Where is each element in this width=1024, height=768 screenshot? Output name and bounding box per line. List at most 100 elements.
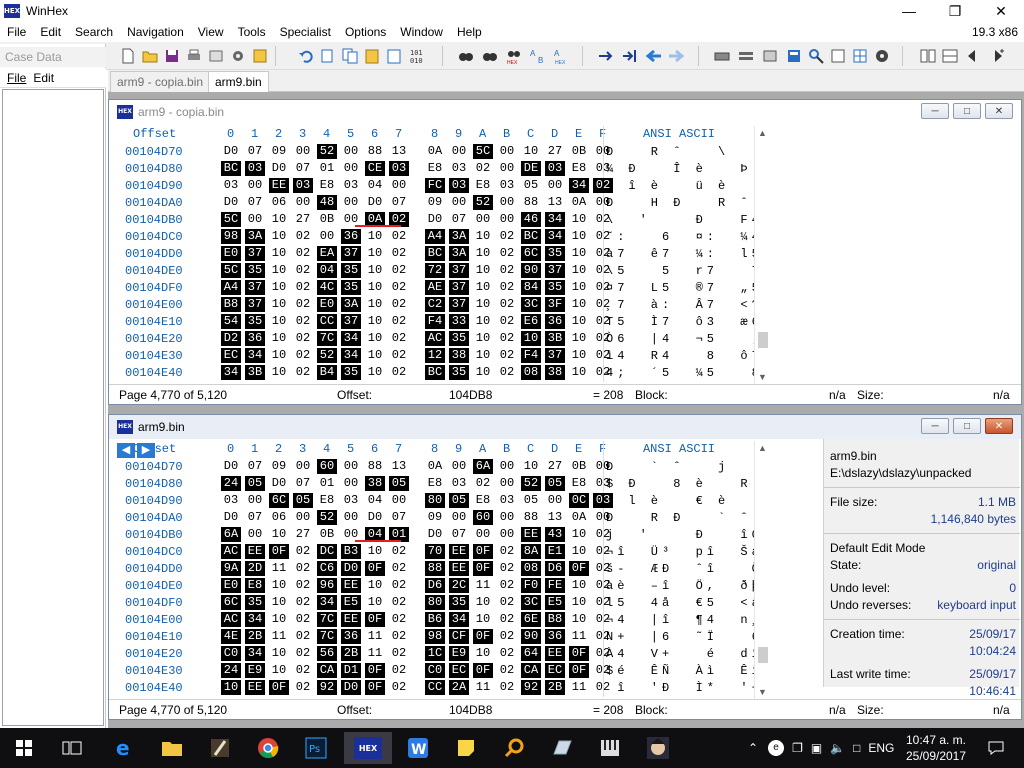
- hex-byte[interactable]: 10: [569, 612, 589, 627]
- hex-byte[interactable]: 02: [293, 663, 313, 678]
- binary-icon[interactable]: 101 010: [408, 46, 428, 66]
- hex-byte[interactable]: EE: [245, 680, 265, 695]
- hex-byte[interactable]: 10: [269, 229, 289, 244]
- ascii-text[interactable]: l è € è: [606, 494, 729, 508]
- hex-byte[interactable]: 10: [569, 365, 589, 380]
- hex-byte[interactable]: E9: [245, 663, 265, 678]
- hex-byte[interactable]: 0B: [569, 459, 589, 474]
- menu-window[interactable]: Window: [393, 25, 450, 39]
- ascii-text[interactable]: à7 ê7 ¼: l5: [606, 247, 763, 261]
- hex-byte[interactable]: 00: [497, 195, 517, 210]
- hex-byte[interactable]: 01: [317, 161, 337, 176]
- tray-app-icon[interactable]: e: [768, 740, 785, 756]
- hex-byte[interactable]: 02: [497, 578, 517, 593]
- hex-byte[interactable]: 03: [497, 178, 517, 193]
- hex-byte[interactable]: 3A: [245, 229, 265, 244]
- hex-byte[interactable]: 00: [341, 195, 361, 210]
- hex-byte[interactable]: 07: [449, 212, 469, 227]
- hex-byte[interactable]: 56: [317, 646, 337, 661]
- language-indicator[interactable]: ENG: [868, 741, 894, 755]
- hex-byte[interactable]: 24: [221, 663, 241, 678]
- table-icon[interactable]: [850, 46, 870, 66]
- hex-byte[interactable]: 6C: [521, 246, 541, 261]
- hex-byte[interactable]: E8: [317, 493, 337, 508]
- ascii-text[interactable]: $é ÊÑ Àì Êì: [606, 664, 763, 678]
- hex-byte[interactable]: 03: [449, 178, 469, 193]
- copy-icon[interactable]: [340, 46, 360, 66]
- hex-byte[interactable]: 03: [245, 161, 265, 176]
- paste-icon[interactable]: [362, 46, 382, 66]
- hex-byte[interactable]: 98: [425, 629, 445, 644]
- hex-byte[interactable]: 10: [569, 263, 589, 278]
- windows-start-icon[interactable]: [4, 732, 44, 764]
- hex-byte[interactable]: 02: [389, 578, 409, 593]
- hex-byte[interactable]: 0F: [569, 561, 589, 576]
- hex-byte[interactable]: 00: [293, 459, 313, 474]
- hex-byte[interactable]: 35: [341, 263, 361, 278]
- hex-byte[interactable]: EE: [341, 578, 361, 593]
- hex-byte[interactable]: 0A: [425, 144, 445, 159]
- hex-byte[interactable]: 35: [245, 595, 265, 610]
- hex-byte[interactable]: EE: [449, 561, 469, 576]
- hex-byte[interactable]: DC: [317, 544, 337, 559]
- hex-byte[interactable]: 02: [497, 314, 517, 329]
- hex-byte[interactable]: 84: [521, 280, 541, 295]
- hex-byte[interactable]: 10: [365, 246, 385, 261]
- winhex-taskbar-icon[interactable]: HEX: [344, 732, 392, 764]
- hex-byte[interactable]: 35: [245, 314, 265, 329]
- ascii-text[interactable]: ¤7 L5 ®7 „5: [606, 281, 763, 295]
- menu-search[interactable]: Search: [68, 25, 120, 39]
- hex-byte[interactable]: 00: [449, 144, 469, 159]
- hex-byte[interactable]: AC: [221, 544, 241, 559]
- edge-browser-icon[interactable]: e: [104, 732, 144, 764]
- hex-byte[interactable]: 02: [293, 331, 313, 346]
- hex-byte[interactable]: 36: [341, 229, 361, 244]
- ascii-text[interactable]: ˜: 6 ¤: ¼4: [606, 230, 763, 244]
- find-text-icon[interactable]: [456, 46, 476, 66]
- hex-byte[interactable]: 00: [245, 178, 265, 193]
- hex-byte[interactable]: D0: [221, 144, 241, 159]
- hex-byte[interactable]: 90: [521, 629, 541, 644]
- hex-byte[interactable]: 3A: [449, 246, 469, 261]
- hex-byte[interactable]: 02: [497, 544, 517, 559]
- tab-arm9-copia[interactable]: arm9 - copia.bin: [110, 71, 211, 92]
- hex-byte[interactable]: 34: [245, 612, 265, 627]
- hex-byte[interactable]: EE: [245, 544, 265, 559]
- hex-byte[interactable]: 00: [545, 178, 565, 193]
- hex-byte[interactable]: 02: [473, 161, 493, 176]
- hex-byte[interactable]: EE: [449, 544, 469, 559]
- hex-byte[interactable]: D0: [425, 212, 445, 227]
- hex-byte[interactable]: 2A: [449, 680, 469, 695]
- hex-byte[interactable]: 0F: [569, 663, 589, 678]
- hex-byte[interactable]: 36: [341, 629, 361, 644]
- settings-icon[interactable]: [228, 46, 248, 66]
- hex-byte[interactable]: 03: [389, 161, 409, 176]
- game-app-icon[interactable]: [638, 732, 678, 764]
- hex-byte[interactable]: EC: [449, 663, 469, 678]
- hex-byte[interactable]: C0: [221, 646, 241, 661]
- hex-byte[interactable]: 10: [569, 595, 589, 610]
- hex-byte[interactable]: 02: [389, 229, 409, 244]
- hex-byte[interactable]: BC: [221, 161, 241, 176]
- wps-writer-icon[interactable]: W: [398, 732, 438, 764]
- hex-byte[interactable]: 02: [293, 561, 313, 576]
- hex-byte[interactable]: 00: [449, 195, 469, 210]
- back-icon[interactable]: [644, 46, 664, 66]
- ascii-text[interactable]: N+ |6 ˜Ï 6: [606, 630, 763, 644]
- ascii-text[interactable]: j ' Ð îC: [606, 528, 763, 542]
- hex-byte[interactable]: 11: [365, 629, 385, 644]
- hex-byte[interactable]: 10: [521, 144, 541, 159]
- hex-byte[interactable]: 10: [473, 314, 493, 329]
- hex-byte[interactable]: CA: [521, 663, 541, 678]
- hex-byte[interactable]: 10: [365, 263, 385, 278]
- hex-byte[interactable]: 34: [221, 365, 241, 380]
- print-icon[interactable]: [184, 46, 204, 66]
- hex-byte[interactable]: 10: [269, 280, 289, 295]
- hex-byte[interactable]: 10: [365, 297, 385, 312]
- hex-byte[interactable]: 00: [341, 144, 361, 159]
- ascii-text[interactable]: \5 5 r7 7: [606, 264, 763, 278]
- hex-byte[interactable]: 02: [293, 646, 313, 661]
- clock[interactable]: 10:47 a. m. 25/09/2017: [904, 732, 968, 764]
- close-button[interactable]: ✕: [978, 0, 1024, 22]
- hex-byte[interactable]: E8: [245, 578, 265, 593]
